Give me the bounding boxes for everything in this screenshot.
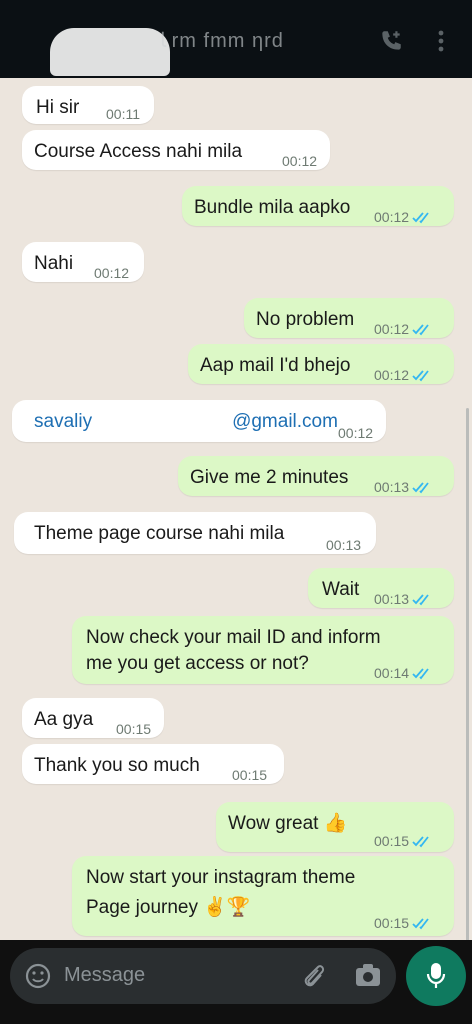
message-bubble[interactable]: savaliy @gmail.com 00:12 — [12, 400, 386, 442]
scrollbar[interactable] — [466, 408, 469, 1008]
message-bubble[interactable]: Wait 00:13 — [308, 568, 454, 608]
message-bubble[interactable]: Give me 2 minutes 00:13 — [178, 456, 454, 496]
message-bubble[interactable]: Aap mail I'd bhejo 00:12 — [188, 344, 454, 384]
read-receipt-icon — [412, 668, 429, 680]
message-bubble[interactable]: Now start your instagram theme Page jour… — [72, 856, 454, 936]
message-list[interactable]: Hi sir 00:11 Course Access nahi mila 00:… — [0, 78, 472, 1008]
message-bubble[interactable]: Theme page course nahi mila 00:13 — [14, 512, 376, 554]
mic-button[interactable] — [406, 946, 466, 1006]
read-receipt-icon — [412, 594, 429, 606]
message-bubble[interactable]: Aa gya 00:15 — [22, 698, 164, 738]
message-bubble[interactable]: Course Access nahi mila 00:12 — [22, 130, 330, 170]
message-input[interactable]: Message — [10, 948, 396, 1004]
read-receipt-icon — [412, 370, 429, 382]
read-receipt-icon — [412, 918, 429, 930]
read-receipt-icon — [412, 212, 429, 224]
message-bubble[interactable]: No problem 00:12 — [244, 298, 454, 338]
message-bubble[interactable]: Nahi 00:12 — [22, 242, 144, 282]
message-bubble[interactable]: Thank you so much 00:15 — [22, 744, 284, 784]
emoji-icon — [25, 963, 51, 989]
contact-name[interactable]: ﺎ rm fmm ηrd — [160, 28, 284, 53]
composer-bar: Message — [0, 940, 472, 1024]
mic-icon — [426, 963, 446, 988]
read-receipt-icon — [412, 324, 429, 336]
message-bubble[interactable]: Hi sir 00:11 — [22, 86, 154, 124]
read-receipt-icon — [412, 482, 429, 494]
attach-icon — [304, 965, 325, 987]
camera-icon — [356, 964, 380, 986]
chat-header: ﺎ rm fmm ηrd — [0, 0, 472, 78]
contact-avatar-redacted[interactable] — [50, 28, 170, 76]
call-add-icon[interactable] — [378, 28, 404, 59]
message-bubble[interactable]: Wow great 👍 00:15 — [216, 802, 454, 852]
read-receipt-icon — [412, 836, 429, 848]
message-bubble[interactable]: Now check your mail ID and inform me you… — [72, 616, 454, 684]
redacted-email-part — [92, 412, 233, 431]
message-bubble[interactable]: Bundle mila aapko 00:12 — [182, 186, 454, 226]
message-placeholder: Message — [64, 964, 146, 986]
more-vert-icon[interactable] — [436, 28, 446, 59]
